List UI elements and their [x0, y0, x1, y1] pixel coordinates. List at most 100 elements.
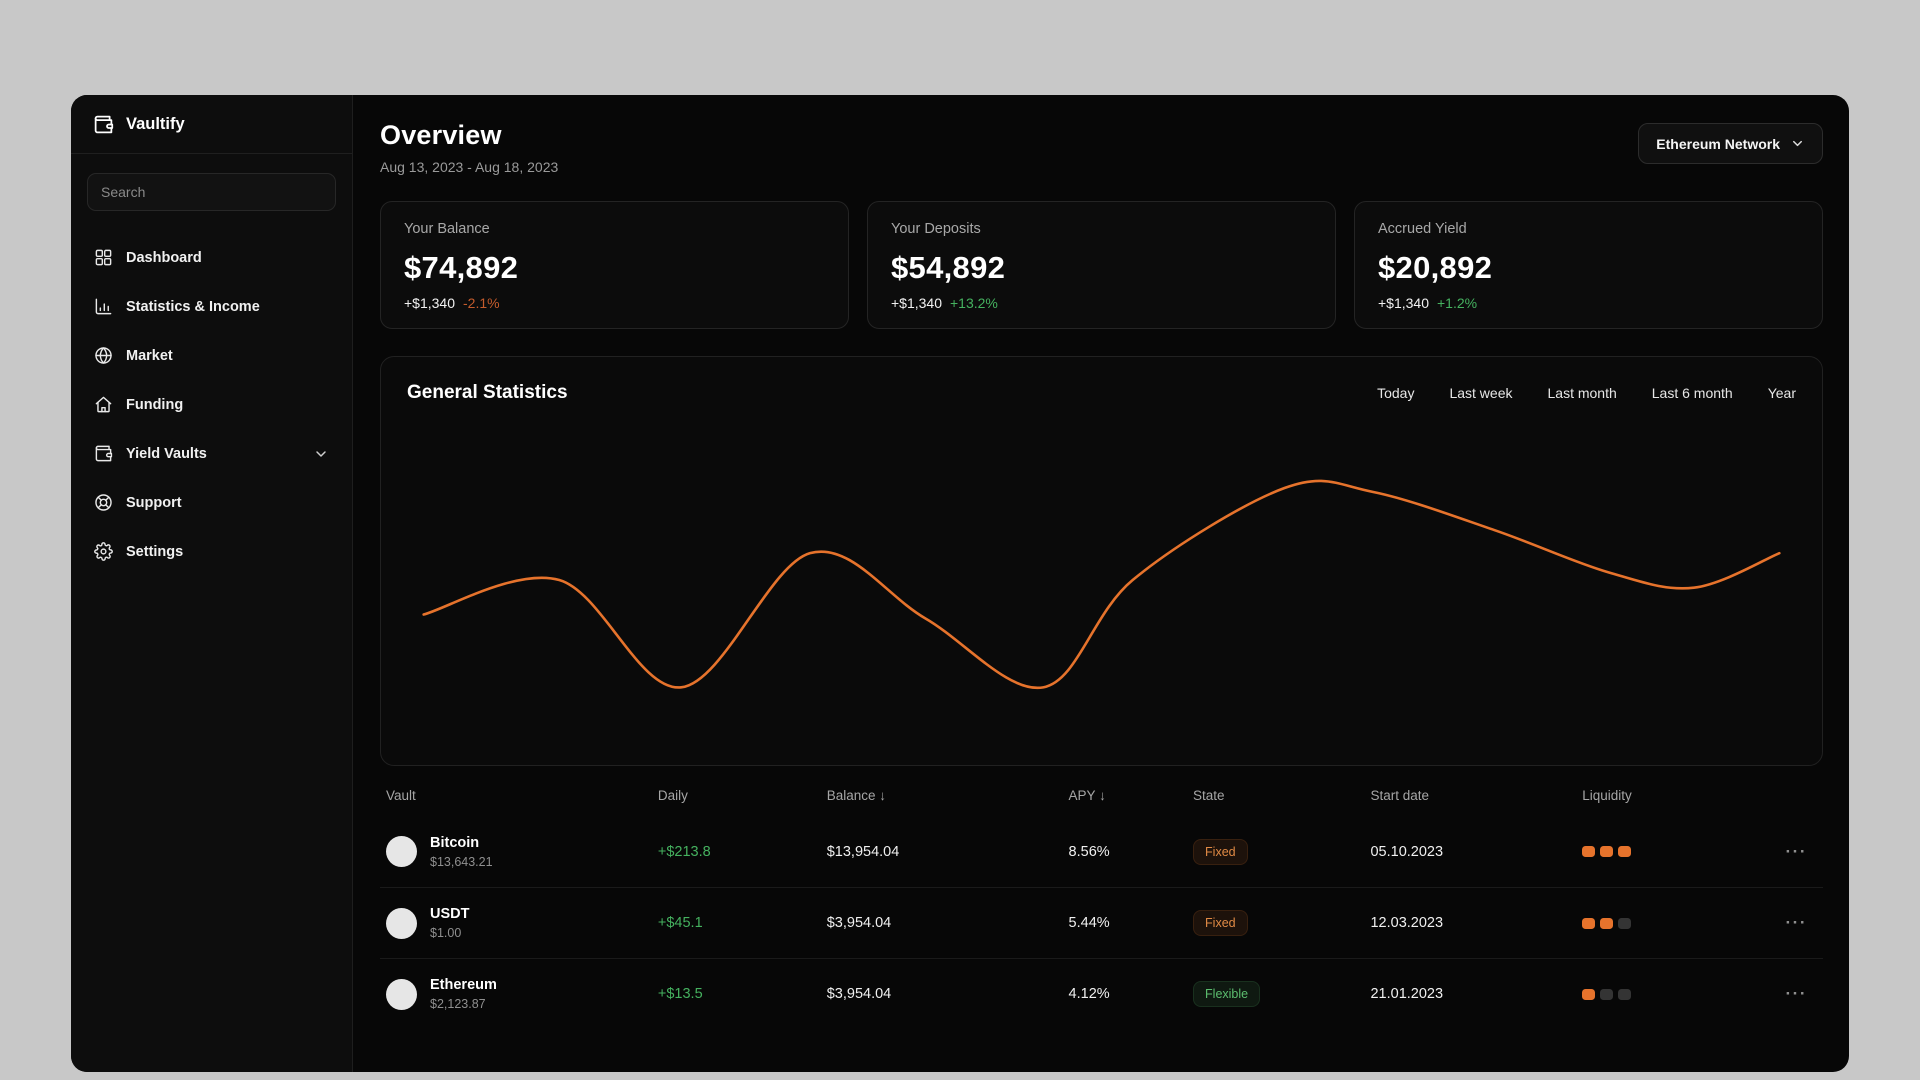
stat-card-percent: -2.1% — [463, 295, 500, 311]
apy-value: 8.56% — [1068, 843, 1110, 860]
vault-row-usdt[interactable]: USDT $1.00 +$45.1 $3,954.04 5.44% Fixed 12.03.… — [380, 887, 1823, 958]
vault-row-ethereum[interactable]: Ethereum $2,123.87 +$13.5 $3,954.04 4.12% Fle… — [380, 958, 1823, 1029]
liquidity-dot — [1600, 846, 1614, 857]
stat-card-label: Your Deposits — [891, 221, 981, 237]
filter-year[interactable]: Year — [1768, 385, 1796, 401]
vault-name: Ethereum — [430, 977, 497, 993]
liquidity-dot — [1582, 846, 1596, 857]
date-range: Aug 13, 2023 - Aug 18, 2023 — [380, 159, 559, 175]
balance-value: $3,954.04 — [826, 915, 892, 931]
column-header-state: State — [1193, 788, 1225, 803]
liquidity-dot — [1582, 917, 1596, 929]
balance-value: $13,954.04 — [826, 843, 900, 860]
stat-card-label: Accrued Yield — [1378, 221, 1467, 237]
stat-card-value: $74,892 — [404, 250, 519, 285]
sidebar-item-statistics-income[interactable]: Statistics & Income — [79, 282, 344, 331]
sidebar-item-dashboard[interactable]: Dashboard — [79, 233, 344, 282]
liquidity-indicator — [1582, 846, 1742, 857]
apy-value: 5.44% — [1068, 915, 1110, 931]
liquidity-dot — [1618, 988, 1632, 1000]
column-header-vault: Vault — [386, 788, 416, 803]
daily-change: +$45.1 — [657, 915, 703, 931]
search-input[interactable] — [87, 173, 336, 211]
sidebar-item-label: Dashboard — [126, 249, 202, 266]
table-body: Bitcoin $13,643.21 +$213.8 $13,954.04 8.56% F… — [380, 816, 1823, 1029]
line-chart-svg — [407, 410, 1796, 827]
column-header-daily: Daily — [657, 788, 688, 803]
sidebar-item-settings[interactable]: Settings — [79, 527, 344, 576]
time-range-filters: Today Last week Last month Last 6 month Year — [1377, 385, 1796, 401]
filter-last-6-month[interactable]: Last 6 month — [1652, 385, 1733, 401]
stat-card-change: +$1,340 — [404, 295, 455, 311]
liquidity-dot — [1618, 917, 1632, 929]
sidebar-item-label: Statistics & Income — [126, 298, 260, 315]
network-selector-label: Ethereum Network — [1656, 135, 1780, 152]
filter-last-month[interactable]: Last month — [1548, 385, 1617, 401]
sidebar-item-label: Support — [126, 494, 182, 511]
liquidity-dot — [1618, 846, 1632, 857]
start-date: 21.01.2023 — [1370, 986, 1444, 1002]
vault-avatar — [386, 907, 417, 939]
row-menu-button[interactable]: ··· — [1743, 984, 1817, 1004]
topbar: Overview Aug 13, 2023 - Aug 18, 2023 Eth… — [380, 120, 1823, 175]
column-header-balance[interactable]: Balance ↓ — [827, 788, 1069, 803]
sidebar-item-support[interactable]: Support — [79, 478, 344, 527]
liquidity-dot — [1600, 988, 1614, 1000]
column-header-liquidity: Liquidity — [1582, 788, 1632, 803]
stat-card-value: $54,892 — [891, 250, 1006, 285]
page-title: Overview — [380, 120, 502, 150]
vault-avatar — [386, 836, 417, 867]
liquidity-dot — [1600, 917, 1614, 929]
vault-name: Bitcoin — [430, 834, 480, 851]
apy-value: 4.12% — [1068, 986, 1110, 1002]
sidebar-item-label: Settings — [126, 543, 184, 560]
liquidity-indicator — [1582, 917, 1742, 929]
stat-card-accrued-yield: Accrued Yield $20,892 +$1,340 +1.2% — [1354, 201, 1823, 329]
stat-cards: Your Balance $74,892 +$1,340 -2.1% Your Depo… — [380, 201, 1823, 329]
stat-card-value: $20,892 — [1378, 250, 1493, 285]
filter-today[interactable]: Today — [1377, 385, 1414, 401]
network-selector-button[interactable]: Ethereum Network — [1638, 123, 1823, 164]
state-badge: Flexible — [1193, 981, 1261, 1007]
vault-price: $1.00 — [430, 926, 462, 940]
liquidity-indicator — [1582, 988, 1742, 1000]
row-menu-button[interactable]: ··· — [1743, 913, 1817, 933]
vault-avatar — [386, 978, 417, 1010]
globe-icon — [94, 346, 113, 365]
general-statistics-card: General Statistics Today Last week Last mo… — [380, 356, 1823, 766]
sidebar-item-label: Yield Vaults — [126, 445, 207, 462]
liquidity-dot — [1582, 988, 1596, 1000]
chart-icon — [94, 297, 113, 316]
state-badge: Fixed — [1193, 910, 1248, 936]
stat-card-your-deposits: Your Deposits $54,892 +$1,340 +13.2% — [867, 201, 1336, 329]
column-header-apy[interactable]: APY ↓ — [1069, 788, 1193, 803]
daily-change: +$13.5 — [657, 986, 703, 1002]
state-badge: Fixed — [1193, 838, 1248, 865]
column-header-menu — [1743, 788, 1817, 803]
column-header-start-date: Start date — [1370, 788, 1430, 803]
sidebar-item-market[interactable]: Market — [79, 331, 344, 380]
row-menu-button[interactable]: ··· — [1743, 842, 1817, 862]
vault-name: USDT — [430, 906, 470, 922]
vault-price: $13,643.21 — [430, 854, 493, 869]
wallet-logo-icon — [93, 114, 114, 135]
sidebar: Vaultify Dashboard Statistics & Income Mar… — [71, 95, 353, 1072]
stat-card-change: +$1,340 — [891, 295, 942, 311]
sidebar-item-label: Market — [126, 347, 173, 364]
gear-icon — [94, 542, 113, 561]
start-date: 12.03.2023 — [1370, 915, 1444, 931]
brand: Vaultify — [71, 95, 352, 154]
brand-name: Vaultify — [126, 114, 185, 133]
balance-value: $3,954.04 — [826, 986, 892, 1002]
stat-card-your-balance: Your Balance $74,892 +$1,340 -2.1% — [380, 201, 849, 329]
start-date: 05.10.2023 — [1370, 843, 1444, 860]
main-content: Overview Aug 13, 2023 - Aug 18, 2023 Eth… — [353, 95, 1849, 1072]
sidebar-item-yield-vaults[interactable]: Yield Vaults — [79, 429, 344, 478]
filter-last-week[interactable]: Last week — [1449, 385, 1512, 401]
line-chart — [407, 410, 1796, 827]
chart-title: General Statistics — [407, 382, 568, 403]
grid-icon — [94, 248, 113, 267]
lifebuoy-icon — [94, 493, 113, 512]
sidebar-item-funding[interactable]: Funding — [79, 380, 344, 429]
stat-card-label: Your Balance — [404, 221, 490, 237]
